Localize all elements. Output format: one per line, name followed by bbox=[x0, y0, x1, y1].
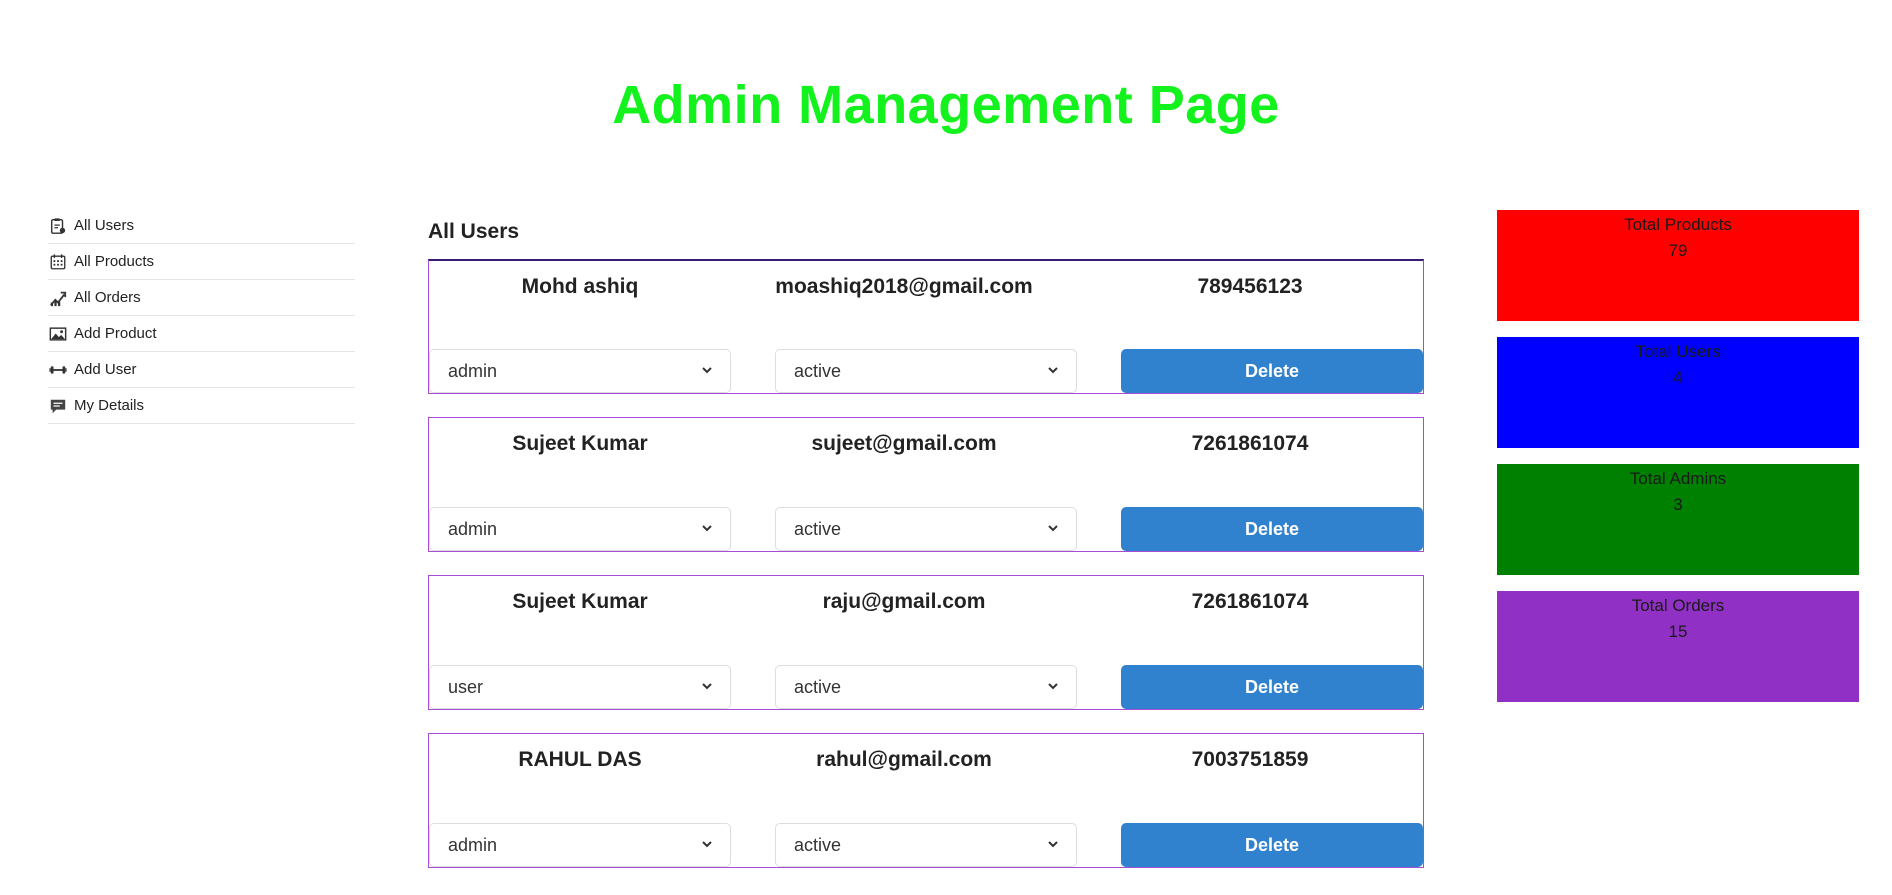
user-name: Mohd ashiq bbox=[521, 275, 639, 298]
user-email: raju@gmail.com bbox=[822, 590, 986, 613]
user-card: RAHUL DAS rahul@gmail.com 7003751859 adm… bbox=[428, 733, 1424, 868]
user-phone: 7261861074 bbox=[1191, 590, 1309, 613]
stat-label: Total Orders bbox=[1631, 596, 1725, 615]
chevron-down-icon bbox=[702, 367, 712, 374]
delete-button[interactable]: Delete bbox=[1121, 665, 1423, 709]
role-select[interactable]: admin bbox=[429, 507, 731, 551]
calendar-grid-icon bbox=[48, 252, 68, 272]
sidebar-item-label: All Orders bbox=[74, 289, 141, 306]
user-info-row: Sujeet Kumar sujeet@gmail.com 7261861074 bbox=[429, 428, 1423, 460]
stat-label: Total Products bbox=[1624, 215, 1732, 234]
stat-total-orders: Total Orders 15 bbox=[1497, 591, 1859, 702]
user-email: moashiq2018@gmail.com bbox=[775, 275, 1033, 298]
status-select[interactable]: active bbox=[775, 507, 1077, 551]
user-email: rahul@gmail.com bbox=[816, 748, 992, 771]
clipboard-icon bbox=[48, 216, 68, 236]
chevron-down-icon bbox=[1048, 367, 1058, 374]
user-email: sujeet@gmail.com bbox=[811, 432, 997, 455]
stat-value: 79 bbox=[1668, 241, 1688, 260]
user-phone: 7261861074 bbox=[1191, 432, 1309, 455]
user-card: Sujeet Kumar raju@gmail.com 7261861074 u… bbox=[428, 575, 1424, 710]
chevron-down-icon bbox=[702, 841, 712, 848]
sidebar-item-all-products[interactable]: All Products bbox=[48, 244, 355, 280]
stat-label: Total Admins bbox=[1629, 469, 1727, 488]
sidebar-item-label: All Users bbox=[74, 217, 135, 234]
sidebar-item-label: All Products bbox=[74, 253, 155, 270]
user-name: RAHUL DAS bbox=[518, 748, 642, 771]
status-select-value: active bbox=[794, 518, 842, 539]
stat-total-admins: Total Admins 3 bbox=[1497, 464, 1859, 575]
role-select-value: admin bbox=[448, 834, 498, 855]
chevron-down-icon bbox=[1048, 683, 1058, 690]
sidebar-item-all-users[interactable]: All Users bbox=[48, 208, 355, 244]
role-select-value: user bbox=[448, 676, 484, 697]
status-select-value: active bbox=[794, 360, 842, 381]
stat-label: Total Users bbox=[1635, 342, 1721, 361]
role-select[interactable]: admin bbox=[429, 823, 731, 867]
section-title: All Users bbox=[428, 220, 520, 243]
chevron-down-icon bbox=[702, 683, 712, 690]
user-controls: admin active Delete bbox=[429, 823, 1423, 867]
user-info-row: Mohd ashiq moashiq2018@gmail.com 7894561… bbox=[429, 271, 1423, 303]
sidebar-item-add-user[interactable]: Add User bbox=[48, 352, 355, 388]
stat-total-products: Total Products 79 bbox=[1497, 210, 1859, 321]
status-select-value: active bbox=[794, 676, 842, 697]
dumbbell-icon bbox=[48, 360, 68, 380]
user-phone: 789456123 bbox=[1197, 275, 1303, 298]
comment-icon bbox=[48, 396, 68, 416]
sidebar-item-label: Add User bbox=[74, 361, 137, 378]
user-controls: user active Delete bbox=[429, 665, 1423, 709]
role-select-value: admin bbox=[448, 360, 498, 381]
status-select[interactable]: active bbox=[775, 665, 1077, 709]
role-select[interactable]: user bbox=[429, 665, 731, 709]
stat-total-users: Total Users 4 bbox=[1497, 337, 1859, 448]
user-name: Sujeet Kumar bbox=[512, 432, 648, 455]
sidebar: All Users All Products All Orders Add Pr… bbox=[48, 208, 355, 424]
trending-chart-icon bbox=[48, 288, 68, 308]
delete-button[interactable]: Delete bbox=[1121, 349, 1423, 393]
chevron-down-icon bbox=[702, 525, 712, 532]
user-card: Mohd ashiq moashiq2018@gmail.com 7894561… bbox=[428, 259, 1424, 394]
status-select[interactable]: active bbox=[775, 823, 1077, 867]
role-select[interactable]: admin bbox=[429, 349, 731, 393]
chevron-down-icon bbox=[1048, 841, 1058, 848]
user-info-row: Sujeet Kumar raju@gmail.com 7261861074 bbox=[429, 586, 1423, 618]
users-panel: All Users Mohd ashiq moashiq2018@gmail.c… bbox=[428, 216, 1424, 891]
delete-button[interactable]: Delete bbox=[1121, 507, 1423, 551]
stats-panel: Total Products 79 Total Users 4 Total Ad… bbox=[1497, 210, 1859, 718]
status-select-value: active bbox=[794, 834, 842, 855]
user-phone: 7003751859 bbox=[1191, 748, 1309, 771]
page-title: Admin Management Page bbox=[612, 75, 1280, 135]
sidebar-item-add-product[interactable]: Add Product bbox=[48, 316, 355, 352]
sidebar-item-my-details[interactable]: My Details bbox=[48, 388, 355, 424]
user-controls: admin active Delete bbox=[429, 349, 1423, 393]
user-name: Sujeet Kumar bbox=[512, 590, 648, 613]
user-card: Sujeet Kumar sujeet@gmail.com 7261861074… bbox=[428, 417, 1424, 552]
user-info-row: RAHUL DAS rahul@gmail.com 7003751859 bbox=[429, 744, 1423, 776]
admin-page: Admin Management Page All Users All Prod… bbox=[0, 0, 1892, 895]
stat-value: 3 bbox=[1673, 495, 1683, 514]
user-controls: admin active Delete bbox=[429, 507, 1423, 551]
delete-button[interactable]: Delete bbox=[1121, 823, 1423, 867]
stat-value: 4 bbox=[1673, 368, 1683, 387]
role-select-value: admin bbox=[448, 518, 498, 539]
status-select[interactable]: active bbox=[775, 349, 1077, 393]
sidebar-item-label: My Details bbox=[74, 397, 145, 414]
chevron-down-icon bbox=[1048, 525, 1058, 532]
image-icon bbox=[48, 324, 68, 344]
sidebar-item-all-orders[interactable]: All Orders bbox=[48, 280, 355, 316]
stat-value: 15 bbox=[1668, 622, 1688, 641]
sidebar-item-label: Add Product bbox=[74, 325, 157, 342]
